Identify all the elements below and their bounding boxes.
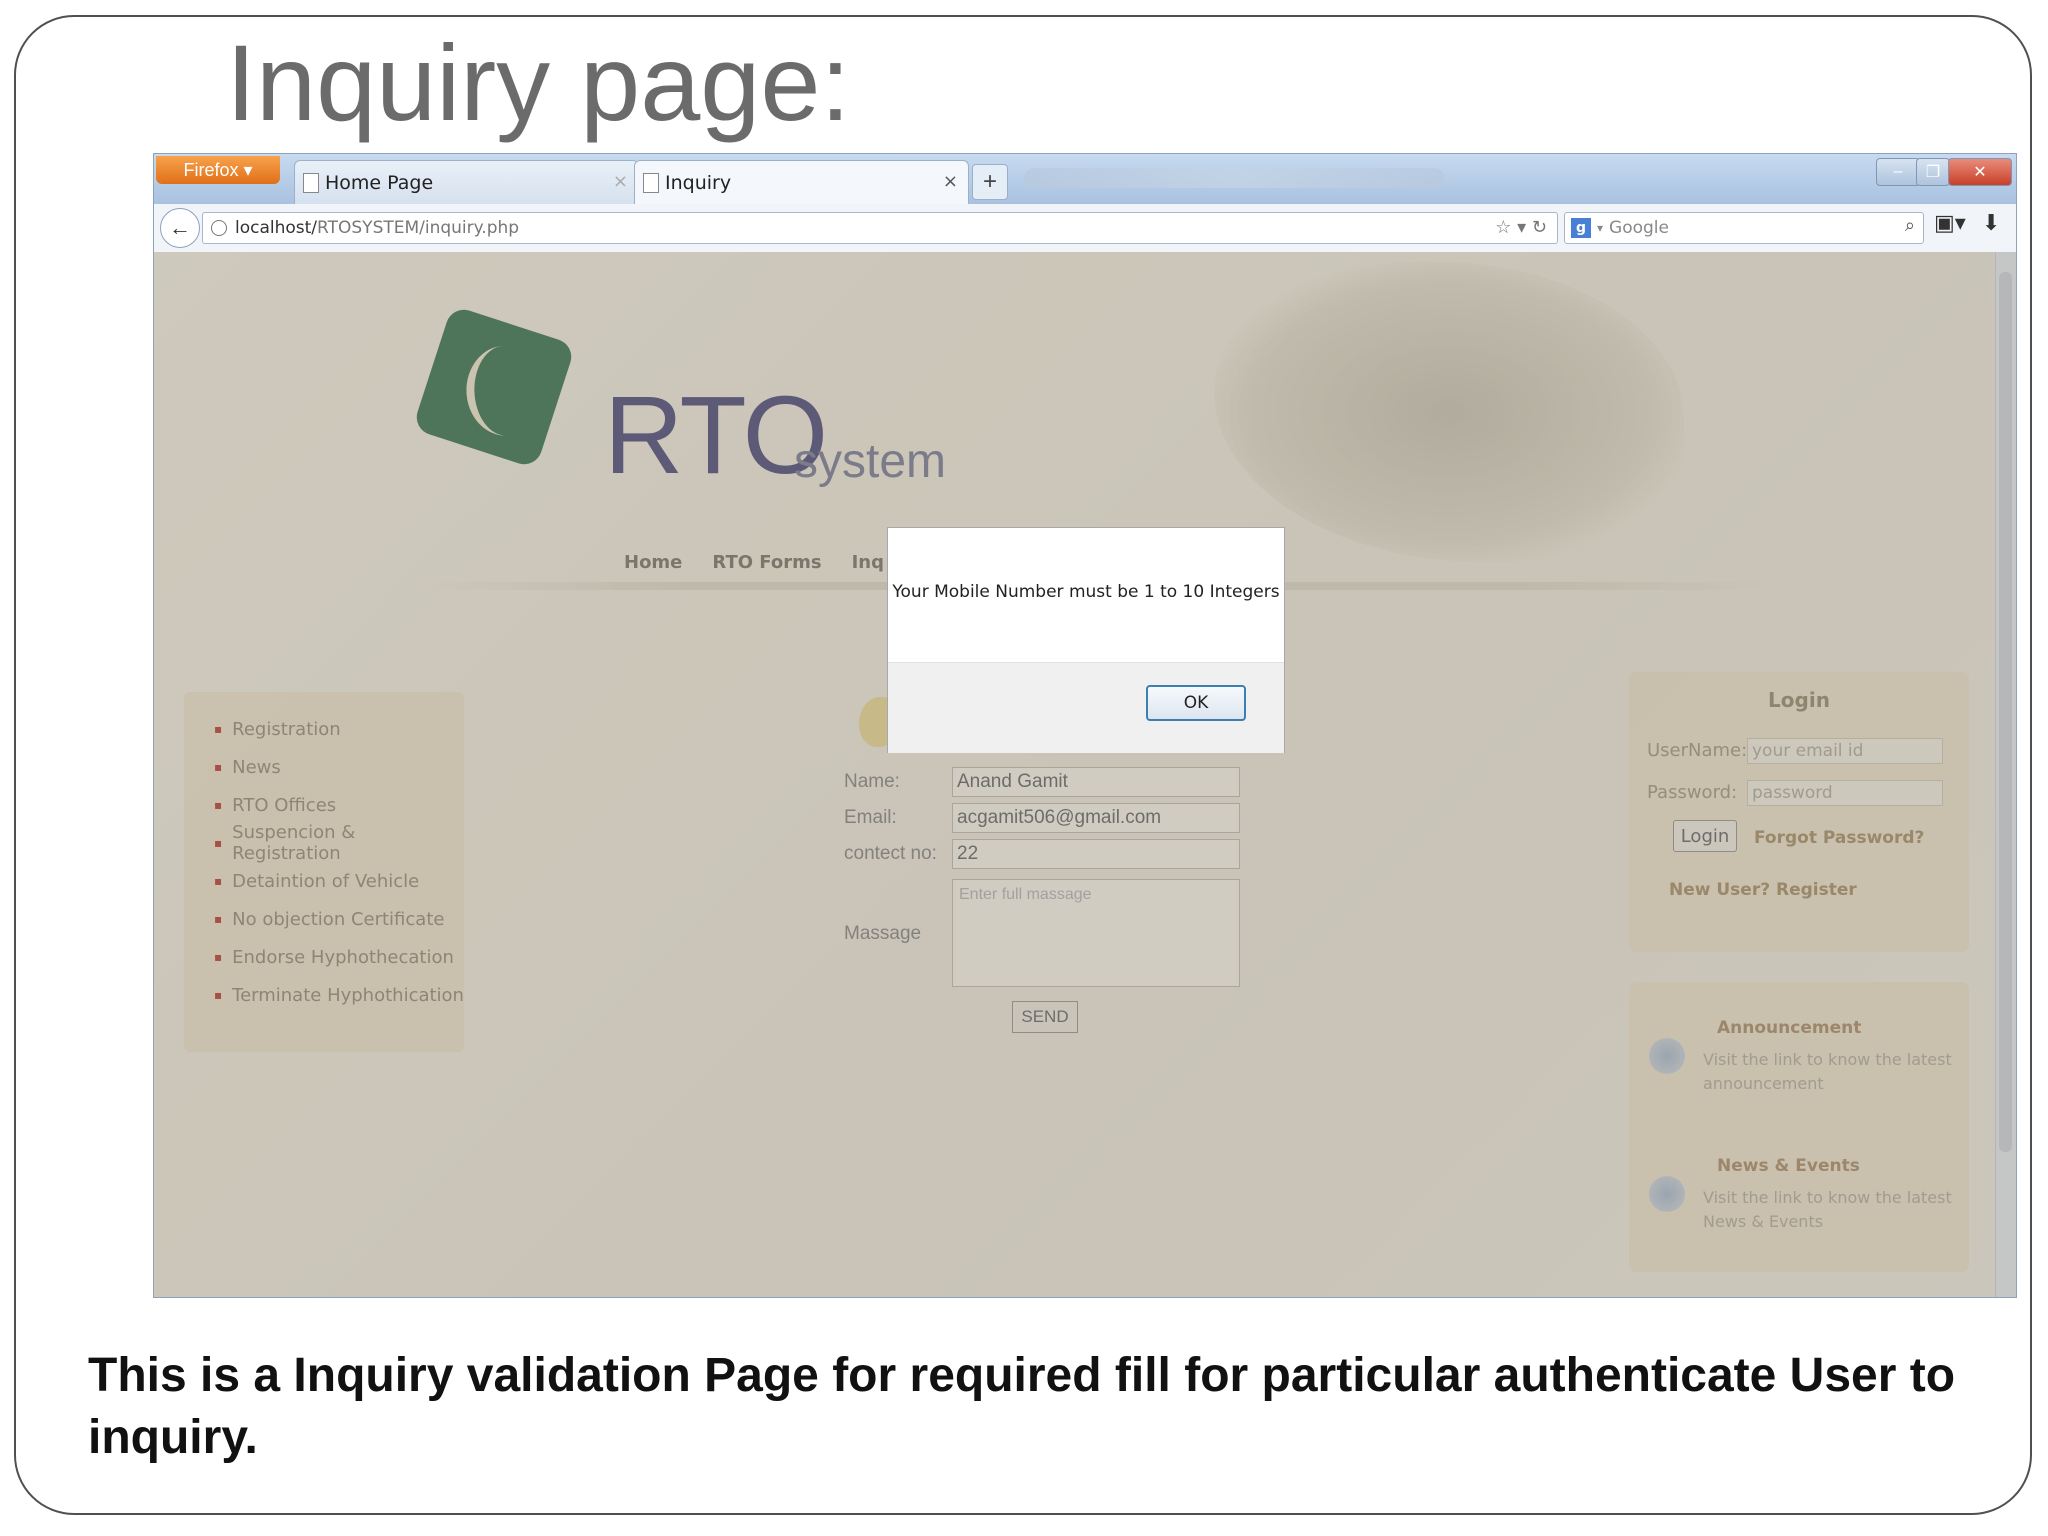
navigation-bar: ← localhost/RTOSYSTEM/inquiry.php ☆ ▾ ↻ … [154, 204, 2016, 253]
tab-label: Inquiry [665, 171, 732, 194]
address-bar[interactable]: localhost/RTOSYSTEM/inquiry.php ☆ ▾ ↻ [202, 212, 1558, 244]
page-icon [303, 172, 319, 193]
bookmark-star-icon[interactable]: ☆ ▾ ↻ [1495, 217, 1547, 238]
search-placeholder: Google [1609, 218, 1669, 238]
back-arrow-icon[interactable]: ← [160, 208, 200, 248]
modal-overlay [154, 252, 2016, 1297]
slide-title: Inquiry page: [226, 22, 851, 143]
blurred-window-title [1024, 168, 1444, 188]
google-icon: g [1571, 218, 1591, 238]
tab-bar: Firefox ▾ Home Page × Inquiry × + – ❐ ✕ [154, 154, 2016, 204]
home-icon[interactable]: ⌂ [2016, 210, 2017, 236]
chevron-down-icon[interactable]: ▾ [1597, 221, 1603, 235]
page-icon [643, 172, 659, 193]
browser-window: Firefox ▾ Home Page × Inquiry × + – ❐ ✕ … [153, 153, 2017, 1298]
close-icon[interactable]: × [943, 171, 958, 192]
search-icon[interactable]: ⌕ [1905, 215, 1915, 236]
new-tab-button[interactable]: + [972, 164, 1008, 200]
url-path: RTOSYSTEM/inquiry.php [317, 218, 520, 238]
minimize-button[interactable]: – [1876, 158, 1920, 186]
globe-icon [211, 220, 227, 236]
tab-label: Home Page [325, 171, 434, 194]
bookmarks-icon[interactable]: ▣▾ [1934, 210, 1966, 236]
alert-footer: OK [888, 662, 1284, 753]
toolbar-icons: ▣▾ ⬇ ⌂ ✎▾ [1934, 210, 2017, 236]
tab-home-page[interactable]: Home Page × [294, 160, 639, 204]
close-icon[interactable]: × [613, 171, 628, 192]
tab-inquiry[interactable]: Inquiry × [634, 160, 969, 204]
alert-dialog: Your Mobile Number must be 1 to 10 Integ… [887, 527, 1285, 753]
close-window-button[interactable]: ✕ [1948, 158, 2012, 186]
slide-caption: This is a Inquiry validation Page for re… [88, 1349, 1956, 1464]
url-host: localhost/ [235, 218, 318, 238]
restore-button[interactable]: ❐ [1916, 158, 1950, 186]
download-icon[interactable]: ⬇ [1982, 210, 2000, 236]
firefox-menu-label: Firefox [183, 159, 239, 180]
firefox-menu-button[interactable]: Firefox ▾ [156, 156, 280, 184]
ok-button[interactable]: OK [1146, 685, 1246, 721]
alert-message: Your Mobile Number must be 1 to 10 Integ… [892, 582, 1280, 602]
search-input[interactable]: g ▾ Google ⌕ [1564, 212, 1924, 244]
